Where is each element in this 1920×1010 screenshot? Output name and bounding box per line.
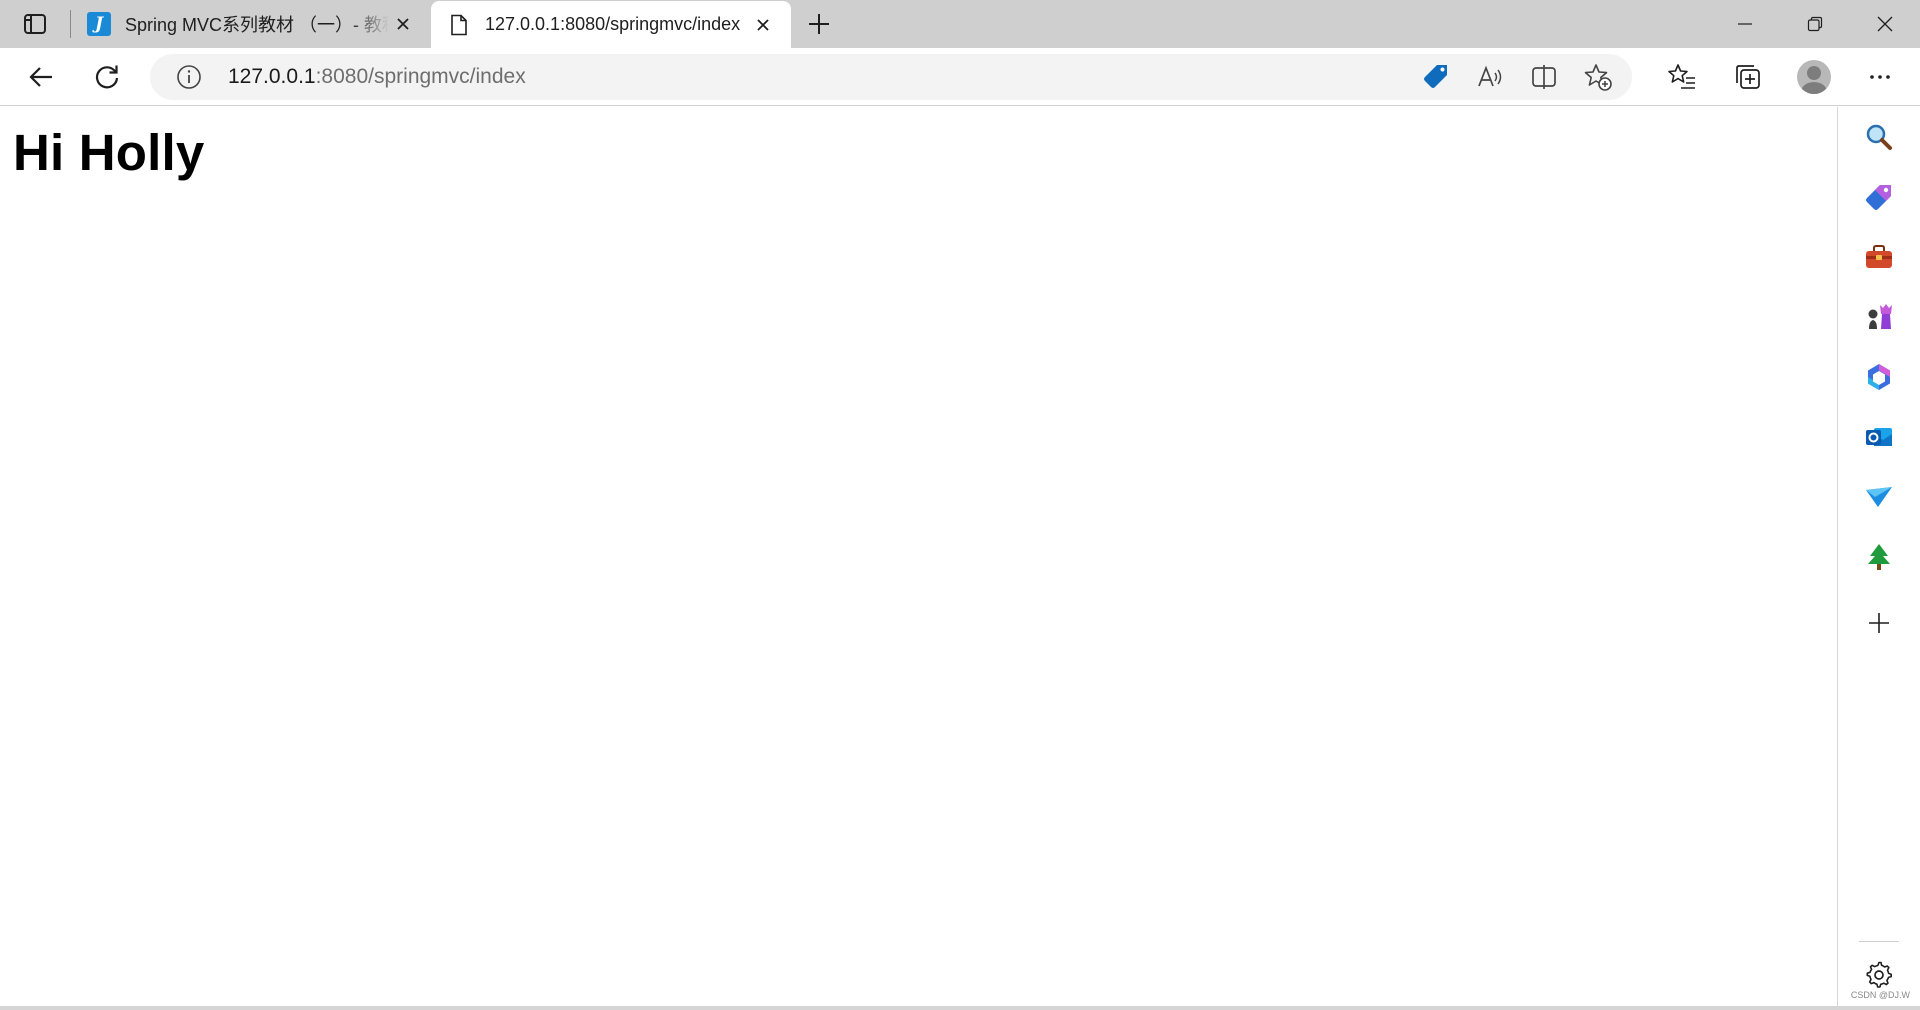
sidebar-add-button[interactable] [1859, 603, 1899, 643]
favorites-list-icon [1668, 64, 1695, 89]
edge-sidebar: CSDN @DJ.W [1839, 107, 1920, 1006]
tree-icon [1868, 544, 1890, 570]
minimize-icon [1738, 23, 1752, 25]
close-icon [1877, 16, 1893, 32]
shopping-tag-icon [1424, 65, 1447, 88]
shopping-button[interactable] [1416, 57, 1456, 97]
restore-icon [1807, 16, 1823, 32]
back-button[interactable] [13, 55, 69, 99]
plus-icon [809, 14, 829, 34]
more-icon [1870, 75, 1890, 79]
search-icon [1866, 124, 1892, 150]
site-info-button[interactable] [174, 62, 204, 92]
window-bottom-edge [0, 1006, 1920, 1010]
page-icon [447, 13, 471, 37]
add-icon [1869, 613, 1889, 633]
games-chess-icon [1868, 304, 1892, 329]
split-screen-icon [1532, 65, 1556, 89]
tab-close-button[interactable] [389, 10, 417, 38]
tab-close-button[interactable] [749, 11, 777, 39]
tab-title: 127.0.0.1:8080/springmvc/index [485, 14, 741, 34]
microsoft-365-icon [1868, 364, 1890, 390]
tab-spring-mvc[interactable]: J Spring MVC系列教材 （一）- 教程 [71, 0, 431, 48]
close-icon [397, 18, 409, 30]
profile-button[interactable] [1788, 55, 1840, 99]
sidebar-search-button[interactable] [1859, 117, 1899, 157]
tools-briefcase-icon [1866, 245, 1892, 268]
page-heading: Hi Holly [13, 124, 205, 181]
shopping-tag-icon [1866, 185, 1891, 210]
java-favicon-icon: J [87, 12, 111, 36]
restore-button[interactable] [1780, 0, 1850, 48]
tab-title: Spring MVC系列教材 （一）- 教程 [125, 15, 389, 35]
collections-icon [1736, 65, 1760, 89]
info-icon [177, 65, 201, 89]
sidebar-divider [1859, 941, 1899, 942]
refresh-icon [95, 65, 119, 88]
refresh-button[interactable] [79, 55, 135, 99]
sidebar-tools-button[interactable] [1859, 237, 1899, 277]
avatar [1797, 60, 1831, 94]
drop-send-icon [1866, 487, 1892, 507]
sidebar-settings-button[interactable] [1859, 955, 1899, 995]
arrow-left-icon [29, 66, 52, 87]
window-controls [1710, 0, 1920, 48]
toolbar-right-actions [1656, 48, 1920, 106]
sidebar-games-button[interactable] [1859, 297, 1899, 337]
url-text[interactable]: 127.0.0.1:8080/springmvc/index [228, 65, 526, 89]
tab-actions-icon [24, 14, 46, 34]
browser-toolbar: 127.0.0.1:8080/springmvc/index [0, 48, 1920, 106]
gear-icon [1866, 961, 1892, 988]
page-viewport: Hi Holly [0, 107, 1838, 1006]
sidebar-tree-button[interactable] [1859, 537, 1899, 577]
close-window-button[interactable] [1850, 0, 1920, 48]
tab-actions-button[interactable] [0, 0, 70, 48]
star-add-icon [1584, 64, 1612, 91]
add-favorite-button[interactable] [1578, 57, 1618, 97]
collections-button[interactable] [1722, 55, 1774, 99]
address-bar-actions [1402, 54, 1618, 100]
tab-springmvc-index[interactable]: 127.0.0.1:8080/springmvc/index [431, 1, 791, 48]
sidebar-microsoft-365-button[interactable] [1859, 357, 1899, 397]
minimize-button[interactable] [1710, 0, 1780, 48]
split-screen-button[interactable] [1524, 57, 1564, 97]
close-icon [757, 18, 769, 31]
tab-strip: J Spring MVC系列教材 （一）- 教程 127.0.0.1:8080/… [0, 0, 1920, 48]
read-aloud-button[interactable] [1470, 57, 1510, 97]
sidebar-shopping-button[interactable] [1859, 177, 1899, 217]
url-host: 127.0.0.1 [228, 65, 316, 88]
address-bar[interactable]: 127.0.0.1:8080/springmvc/index [150, 54, 1632, 100]
watermark-text: CSDN @DJ.W [1850, 990, 1910, 1000]
settings-more-button[interactable] [1854, 55, 1906, 99]
new-tab-button[interactable] [791, 0, 847, 48]
url-path: :8080/springmvc/index [315, 65, 526, 88]
favorites-button[interactable] [1656, 55, 1708, 99]
sidebar-outlook-button[interactable] [1859, 417, 1899, 457]
outlook-icon [1866, 428, 1892, 446]
sidebar-drop-button[interactable] [1859, 477, 1899, 517]
read-aloud-icon [1478, 65, 1502, 87]
